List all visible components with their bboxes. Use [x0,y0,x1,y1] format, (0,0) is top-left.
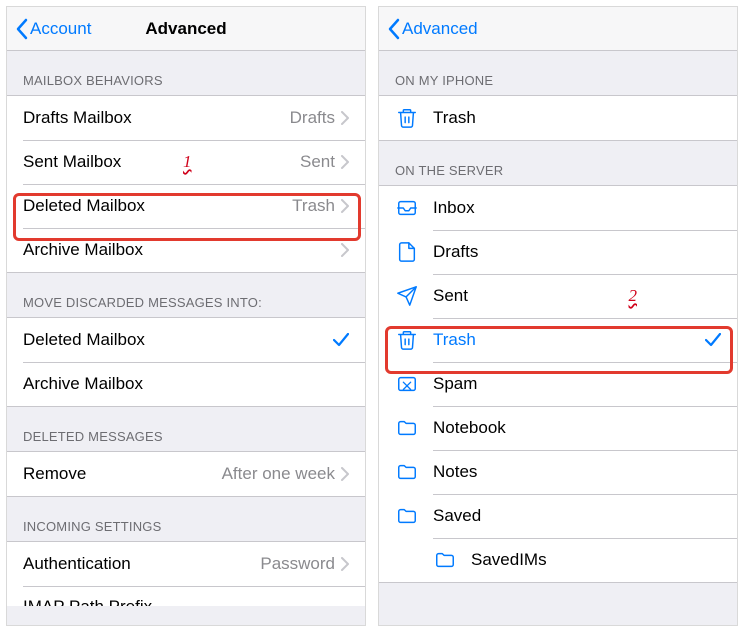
file-icon [395,240,419,264]
cell-label: Trash [433,108,721,128]
send-icon [395,284,419,308]
cell-label: Deleted Mailbox [23,330,333,350]
checkmark-icon [333,333,349,347]
chevron-right-icon [341,155,349,169]
server-inbox-cell[interactable]: Inbox [379,186,737,230]
drafts-mailbox-cell[interactable]: Drafts Mailbox Drafts [7,96,365,140]
cell-label: Notes [433,462,721,482]
cell-label: Spam [433,374,721,394]
cell-value: Drafts [290,108,335,128]
inbox-icon [395,196,419,220]
chevron-left-icon [15,18,28,40]
back-label: Account [30,19,91,39]
cell-value: Password [260,554,335,574]
navbar: Account Advanced [7,7,365,51]
deleted-messages-group: Remove After one week [7,451,365,497]
section-header-on-my-iphone: ON MY IPHONE [379,51,737,95]
cell-label: Notebook [433,418,721,438]
server-drafts-cell[interactable]: Drafts [379,230,737,274]
folder-icon [395,504,419,528]
on-my-iphone-group: Trash [379,95,737,141]
chevron-right-icon [341,199,349,213]
sent-mailbox-cell[interactable]: Sent Mailbox 1 Sent [7,140,365,184]
spam-icon [395,372,419,396]
cell-label: Archive Mailbox [23,240,341,260]
chevron-right-icon [341,111,349,125]
behaviors-group: Drafts Mailbox Drafts Sent Mailbox 1 Sen… [7,95,365,273]
cell-value: After one week [222,464,335,484]
chevron-right-icon [341,467,349,481]
left-phone: Account Advanced MAILBOX BEHAVIORS Draft… [6,6,366,626]
server-spam-cell[interactable]: Spam [379,362,737,406]
server-notes-cell[interactable]: Notes [379,450,737,494]
cell-label: Drafts [433,242,721,262]
cell-label: Drafts Mailbox [23,108,290,128]
deleted-mailbox-cell[interactable]: Deleted Mailbox Trash [7,184,365,228]
move-archive-cell[interactable]: Archive Mailbox [7,362,365,406]
incoming-group: Authentication Password IMAP Path Prefix [7,541,365,606]
cell-label: Sent [433,286,721,306]
move-deleted-cell[interactable]: Deleted Mailbox [7,318,365,362]
server-trash-cell[interactable]: Trash [379,318,737,362]
chevron-right-icon [341,557,349,571]
section-header-move: MOVE DISCARDED MESSAGES INTO: [7,273,365,317]
on-the-server-group: Inbox Drafts Sent 2 Trash Spam [379,185,737,583]
remove-cell[interactable]: Remove After one week [7,452,365,496]
cell-label-truncated: IMAP Path Prefix [23,597,349,606]
section-header-behaviors: MAILBOX BEHAVIORS [7,51,365,95]
section-header-on-the-server: ON THE SERVER [379,141,737,185]
trash-icon [395,106,419,130]
archive-mailbox-cell[interactable]: Archive Mailbox [7,228,365,272]
server-saved-cell[interactable]: Saved [379,494,737,538]
section-header-deleted: DELETED MESSAGES [7,407,365,451]
move-discarded-group: Deleted Mailbox Archive Mailbox [7,317,365,407]
trash-icon [395,328,419,352]
authentication-cell[interactable]: Authentication Password [7,542,365,586]
back-button[interactable]: Advanced [387,18,478,40]
folder-icon [395,416,419,440]
server-sent-cell[interactable]: Sent 2 [379,274,737,318]
right-phone: Advanced ON MY IPHONE Trash ON THE SERVE… [378,6,738,626]
cell-label: Inbox [433,198,721,218]
cell-label: Deleted Mailbox [23,196,292,216]
chevron-right-icon [341,243,349,257]
navbar: Advanced [379,7,737,51]
cell-label: Saved [433,506,721,526]
section-header-incoming: INCOMING SETTINGS [7,497,365,541]
cell-value: Trash [292,196,335,216]
checkmark-icon [705,333,721,347]
imap-path-prefix-cell[interactable]: IMAP Path Prefix [7,586,365,606]
back-button[interactable]: Account [15,18,91,40]
cell-label: Archive Mailbox [23,374,349,394]
cell-label: Authentication [23,554,260,574]
folder-icon [433,548,457,572]
folder-icon [395,460,419,484]
cell-label: Trash [433,330,705,350]
cell-value: Sent [300,152,335,172]
server-notebook-cell[interactable]: Notebook [379,406,737,450]
chevron-left-icon [387,18,400,40]
back-label: Advanced [402,19,478,39]
local-trash-cell[interactable]: Trash [379,96,737,140]
cell-label: Sent Mailbox [23,152,300,172]
server-savedims-cell[interactable]: SavedIMs [379,538,737,582]
cell-label: SavedIMs [471,550,721,570]
cell-label: Remove [23,464,222,484]
